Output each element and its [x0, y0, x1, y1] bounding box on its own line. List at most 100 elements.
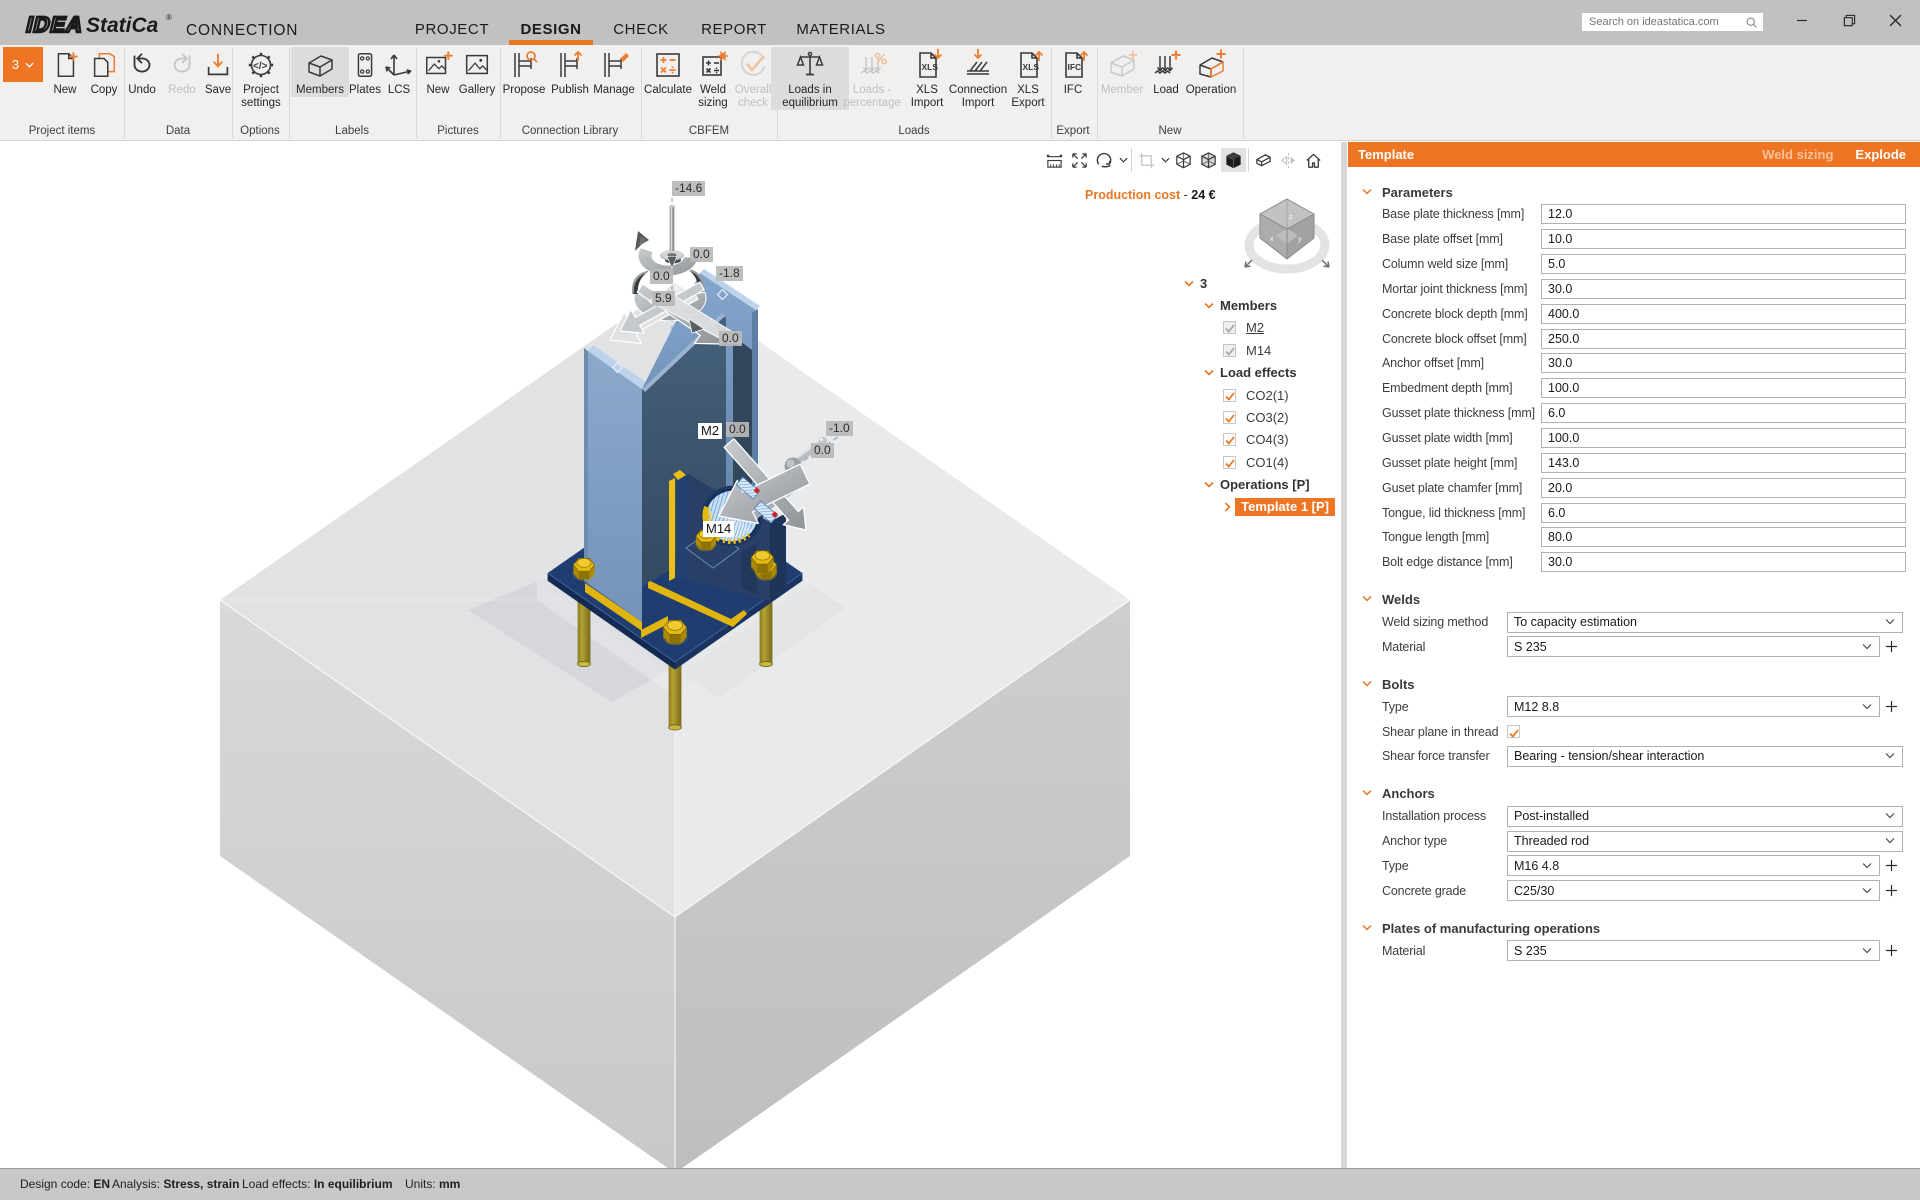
- tree-node-operations-p-[interactable]: Operations [P]: [1183, 474, 1335, 496]
- search-input[interactable]: [1582, 16, 1745, 28]
- field-select-material[interactable]: S 235: [1507, 940, 1880, 961]
- chevron-down-icon[interactable]: [1203, 302, 1214, 309]
- clip-wedge-icon[interactable]: [1251, 148, 1276, 172]
- tree-node-m2[interactable]: M2: [1183, 317, 1335, 339]
- ribbon-manage-button[interactable]: Manage: [585, 47, 643, 97]
- load-checkbox[interactable]: [1223, 389, 1236, 402]
- svg-text:XLS: XLS: [922, 62, 939, 72]
- field-select-anchor-type[interactable]: Threaded rod: [1507, 831, 1903, 852]
- load-checkbox[interactable]: [1223, 411, 1236, 424]
- measure-icon[interactable]: [1042, 148, 1067, 172]
- field-input-concrete-block-depth-mm-[interactable]: 400.0: [1541, 304, 1906, 324]
- member-checkbox[interactable]: [1223, 344, 1236, 357]
- tree-node-template-1-p-[interactable]: Template 1 [P]: [1183, 496, 1335, 518]
- menu-tab-report[interactable]: REPORT: [701, 21, 767, 38]
- field-input-bolt-edge-distance-mm-[interactable]: 30.0: [1541, 552, 1906, 572]
- add-button[interactable]: [1880, 940, 1903, 961]
- field-label: Bolt edge distance [mm]: [1382, 555, 1541, 569]
- tree-node-co1-4-[interactable]: CO1(4): [1183, 451, 1335, 473]
- field-input-gusset-plate-width-mm-[interactable]: 100.0: [1541, 428, 1906, 448]
- member-checkbox[interactable]: [1223, 321, 1236, 334]
- ribbon-item-label: Manage: [585, 84, 643, 97]
- close-button[interactable]: [1872, 0, 1918, 40]
- field-input-gusset-plate-thickness-mm-[interactable]: 6.0: [1541, 403, 1906, 423]
- weld-sizing-button[interactable]: Weld sizing: [1762, 147, 1833, 162]
- tree-node-3[interactable]: 3: [1183, 272, 1335, 294]
- menu-tab-materials[interactable]: MATERIALS: [796, 21, 885, 38]
- field-input-column-weld-size-mm-[interactable]: 5.0: [1541, 254, 1906, 274]
- field-select-installation-process[interactable]: Post-installed: [1507, 806, 1903, 827]
- cube-wireframe-icon[interactable]: [1171, 148, 1196, 172]
- minimize-button[interactable]: [1779, 0, 1825, 40]
- menu-tab-check[interactable]: CHECK: [613, 21, 669, 38]
- field-input-anchor-offset-mm-[interactable]: 30.0: [1541, 353, 1906, 373]
- ribbon-operation-button[interactable]: Operation: [1182, 47, 1240, 97]
- field-select-concrete-grade[interactable]: C25/30: [1507, 880, 1880, 901]
- panel-row: TypeM12 8.8: [1348, 694, 1920, 719]
- fit-view-icon[interactable]: [1067, 148, 1092, 172]
- panel-section-parameters[interactable]: Parameters: [1362, 183, 1920, 201]
- field-select-material[interactable]: S 235: [1507, 636, 1880, 657]
- field-select-type[interactable]: M12 8.8: [1507, 696, 1880, 717]
- tree-node-co2-1-[interactable]: CO2(1): [1183, 384, 1335, 406]
- tree-node-m14[interactable]: M14: [1183, 339, 1335, 361]
- explode-button[interactable]: Explode: [1855, 147, 1906, 162]
- panel-section-welds[interactable]: Welds: [1362, 591, 1920, 609]
- field-input-guset-plate-chamfer-mm-[interactable]: 20.0: [1541, 478, 1906, 498]
- field-input-mortar-joint-thickness-mm-[interactable]: 30.0: [1541, 279, 1906, 299]
- anchor-bolt[interactable]: [751, 551, 774, 575]
- chevron-down-icon[interactable]: [1183, 280, 1194, 287]
- load-value-label: -14.6: [672, 181, 705, 196]
- search-box[interactable]: [1582, 13, 1763, 31]
- viewport-scrollbar[interactable]: [1341, 142, 1347, 1168]
- maximize-button[interactable]: [1826, 0, 1872, 40]
- field-input-concrete-block-offset-mm-[interactable]: 250.0: [1541, 329, 1906, 349]
- menu-tab-project[interactable]: PROJECT: [415, 21, 489, 38]
- tree-node-co3-2-[interactable]: CO3(2): [1183, 406, 1335, 428]
- panel-section-bolts[interactable]: Bolts: [1362, 675, 1920, 693]
- load-checkbox[interactable]: [1223, 456, 1236, 469]
- tree-node-co4-3-[interactable]: CO4(3): [1183, 429, 1335, 451]
- field-input-tongue-length-mm-[interactable]: 80.0: [1541, 527, 1906, 547]
- field-select-shear-force-transfer[interactable]: Bearing - tension/shear interaction: [1507, 746, 1903, 767]
- chevron-down-icon[interactable]: [1203, 481, 1214, 488]
- panel-section-anchors[interactable]: Anchors: [1362, 785, 1920, 803]
- field-input-gusset-plate-height-mm-[interactable]: 143.0: [1541, 453, 1906, 473]
- member-label-m14[interactable]: M14: [703, 521, 734, 537]
- load-value-label: 5.9: [652, 291, 675, 306]
- member-label-m2[interactable]: M2: [698, 423, 722, 439]
- field-input-embedment-depth-mm-[interactable]: 100.0: [1541, 378, 1906, 398]
- cube-solid-icon[interactable]: [1221, 148, 1246, 172]
- add-button[interactable]: [1880, 696, 1903, 717]
- add-button[interactable]: [1880, 855, 1903, 876]
- field-select-weld-sizing-method[interactable]: To capacity estimation: [1507, 612, 1903, 633]
- field-select-type[interactable]: M16 4.8: [1507, 855, 1880, 876]
- chevron-down-icon[interactable]: [1117, 148, 1129, 172]
- field-input-base-plate-offset-mm-[interactable]: 10.0: [1541, 229, 1906, 249]
- load-checkbox[interactable]: [1223, 433, 1236, 446]
- field-input-tongue-lid-thickness-mm-[interactable]: 6.0: [1541, 503, 1906, 523]
- load-value-label: 0.0: [726, 422, 749, 437]
- panel-section-plates-of-manufacturing-operations[interactable]: Plates of manufacturing operations: [1362, 919, 1920, 937]
- scrollbar-thumb[interactable]: [1341, 142, 1347, 1168]
- viewport-3d[interactable]: x y z Production cost - 24 € -14.60.00.0…: [0, 142, 1341, 1168]
- field-checkbox-shear-plane-in-thread[interactable]: [1507, 725, 1520, 738]
- field-input-base-plate-thickness-mm-[interactable]: 12.0: [1541, 204, 1906, 224]
- home-icon[interactable]: [1301, 148, 1326, 172]
- tree-node-members[interactable]: Members: [1183, 294, 1335, 316]
- chevron-down-icon[interactable]: [1203, 369, 1214, 376]
- add-button[interactable]: [1880, 636, 1903, 657]
- ribbon-project-settings-button[interactable]: </>Project settings: [232, 47, 290, 110]
- cube-transparent-icon[interactable]: [1196, 148, 1221, 172]
- tree-node-label: 3: [1200, 276, 1207, 291]
- anchor-bolt[interactable]: [573, 558, 595, 581]
- menu-tab-design[interactable]: DESIGN: [520, 21, 581, 38]
- add-button[interactable]: [1880, 880, 1903, 901]
- ribbon-group-label: Options: [240, 125, 280, 137]
- field-label: Anchor offset [mm]: [1382, 356, 1541, 370]
- tree-node-load-effects[interactable]: Load effects: [1183, 362, 1335, 384]
- orbit-icon[interactable]: [1092, 148, 1117, 172]
- anchor-bolt[interactable]: [663, 620, 688, 645]
- chevron-right-icon[interactable]: [1223, 502, 1231, 512]
- chevron-down-icon[interactable]: [1159, 148, 1171, 172]
